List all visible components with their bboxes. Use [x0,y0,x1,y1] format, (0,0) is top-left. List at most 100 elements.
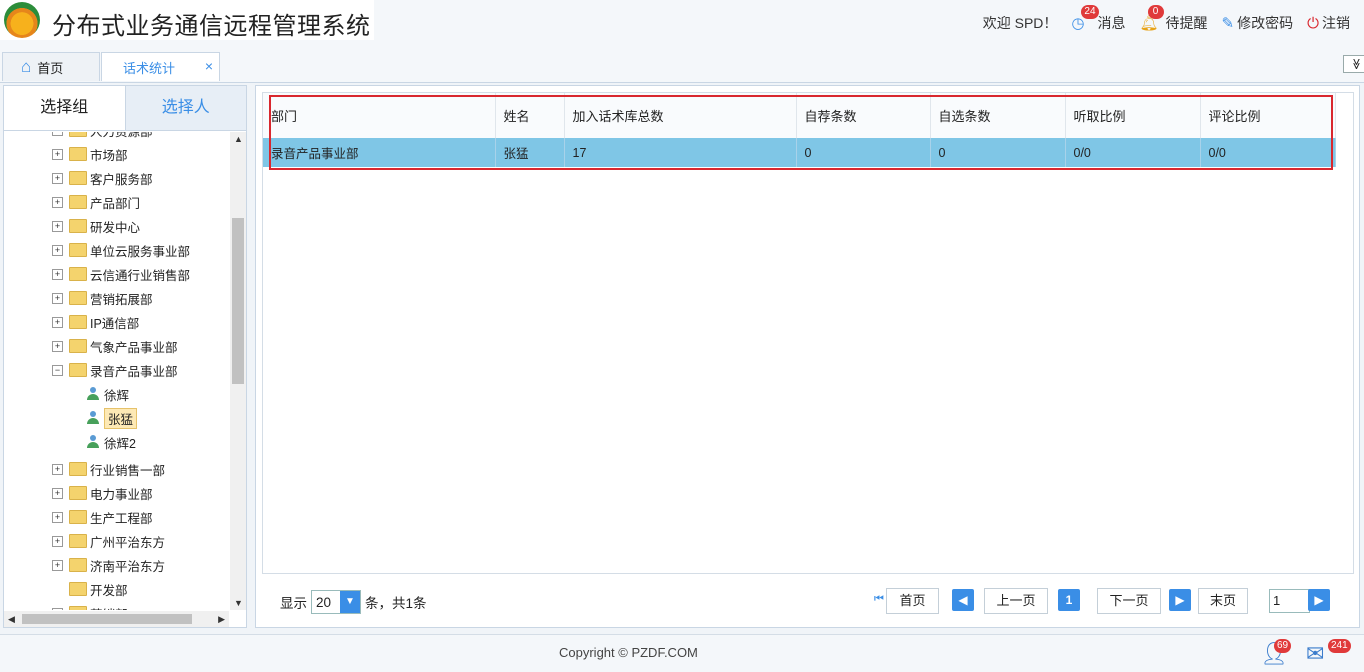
tree-folder-item[interactable]: + 研发中心 [52,216,140,236]
stats-panel: 部门 姓名 加入话术库总数 自荐条数 自选条数 听取比例 评论比例 录音产品事业… [255,85,1360,628]
tree-item-label: 广州平治东方 [90,535,166,550]
tree-folder-item[interactable]: + 营销拓展部 [52,288,153,308]
tree-folder-item[interactable]: + 电力事业部 [52,483,153,503]
folder-icon [69,195,87,209]
expand-icon[interactable]: + [52,292,63,304]
scroll-up-icon[interactable]: ▲ [234,134,243,144]
expand-icon[interactable]: + [52,340,63,352]
expand-icon[interactable]: + [52,148,63,160]
expand-icon[interactable]: + [52,559,63,571]
tree-folder-item[interactable]: + 气象产品事业部 [52,336,178,356]
prev-page-button[interactable]: 上一页 [984,588,1048,614]
tree-folder-item[interactable]: + 产品部门 [52,192,140,212]
tab-script-stats-label: 话术统计 [123,60,176,76]
chevron-down-icon[interactable]: ▼ [340,591,360,613]
footer: Copyright © PZDF.COM 👤︎ 69 ✉ 241 [0,634,1364,672]
mail-icon[interactable]: ✉ [1306,641,1324,667]
tree-folder-item[interactable]: − 录音产品事业部 [52,360,178,380]
last-page-button[interactable]: 末页 [1198,588,1248,614]
tree-item-label: 张猛 [104,407,138,429]
tree-folder-item[interactable]: + 云信通行业销售部 [52,264,190,284]
tree-folder-item[interactable]: + 广州平治东方 [52,531,165,551]
page-size-select[interactable]: 20 ▼ [311,590,361,614]
page-size-value: 20 [316,594,332,610]
tree-folder-item[interactable]: + 客户服务部 [52,168,153,188]
change-password-link[interactable]: ✎ 修改密码 [1222,13,1294,33]
col-header-selected[interactable]: 自选条数 [930,93,1066,138]
expand-icon[interactable]: + [52,535,63,547]
tree-folder-item[interactable]: + 行业销售一部 [52,459,165,479]
col-header-comment-ratio[interactable]: 评论比例 [1200,93,1336,138]
scroll-left-icon[interactable]: ◀ [8,614,15,625]
goto-page-input[interactable]: 1 [1269,589,1310,613]
org-tree: + 人力资源部 + 市场部 + 客户服务部 + 产品部门 + 研发中心 + 单位云服务事业部 + 云信通行… [4,132,229,610]
current-page-button[interactable]: 1 [1058,589,1080,611]
tree-folder-item[interactable]: + 营销部 [52,603,128,610]
tab-script-stats[interactable]: 话术统计 × [101,52,220,81]
expand-icon[interactable]: + [52,607,63,610]
prev-arrow-icon[interactable]: ◀ [952,589,974,611]
user-badge: 69 [1274,639,1292,653]
cell-department: 录音产品事业部 [263,138,496,167]
tree-vertical-scrollbar[interactable]: ▲ ▼ [230,132,246,610]
scroll-thumb-horizontal[interactable] [22,614,192,624]
folder-icon [69,291,87,305]
tree-folder-item[interactable]: + 单位云服务事业部 [52,240,190,260]
first-page-button[interactable]: 首页 [886,588,939,614]
table-row[interactable]: 录音产品事业部 张猛 17 0 0 0/0 0/0 [263,138,1336,167]
expand-icon[interactable]: + [52,220,63,232]
folder-icon [69,486,87,500]
folder-icon [69,132,87,137]
tree-person-item[interactable]: 张猛 [86,407,138,429]
col-header-name[interactable]: 姓名 [495,93,565,138]
tree-folder-item[interactable]: + 济南平治东方 [52,555,165,575]
tree-folder-item[interactable]: + IP通信部 [52,312,139,332]
expand-icon[interactable]: + [52,511,63,523]
tree-folder-item[interactable]: + 生产工程部 [52,507,153,527]
reminders-link[interactable]: 🔔︎ 0 待提醒 [1140,5,1208,33]
col-header-recommended[interactable]: 自荐条数 [796,93,931,138]
tree-person-item[interactable]: 徐辉2 [86,432,136,452]
tree-folder-item[interactable]: +开发部 [52,579,128,599]
tree-person-item[interactable]: 徐辉 [86,384,129,404]
tab-home[interactable]: ⌂ 首页 [2,52,100,81]
person-icon [86,411,100,425]
next-arrow-icon[interactable]: ▶ [1169,589,1191,611]
edit-icon: ✎ [1221,15,1235,32]
expand-icon[interactable]: + [52,268,63,280]
logout-label: 注销 [1322,15,1350,31]
expand-icon[interactable]: + [52,487,63,499]
expand-icon[interactable]: + [52,316,63,328]
expand-icon[interactable]: + [52,172,63,184]
goto-arrow-icon[interactable]: ▶ [1308,589,1330,611]
scroll-right-icon[interactable]: ▶ [218,614,225,625]
folder-icon [69,339,87,353]
stats-table: 部门 姓名 加入话术库总数 自荐条数 自选条数 听取比例 评论比例 录音产品事业… [263,93,1336,167]
expand-icon[interactable]: + [52,463,63,475]
stats-table-container: 部门 姓名 加入话术库总数 自荐条数 自选条数 听取比例 评论比例 录音产品事业… [262,92,1354,574]
tab-select-person[interactable]: 选择人 [125,86,246,130]
first-page-icon[interactable]: ⏮ [874,593,884,606]
tab-select-group[interactable]: 选择组 [4,86,126,130]
expand-icon[interactable]: + [52,244,63,256]
next-page-button[interactable]: 下一页 [1097,588,1161,614]
collapse-icon[interactable]: − [52,364,63,376]
col-header-department[interactable]: 部门 [263,93,496,138]
messages-link[interactable]: ◷ 24 消息 [1071,5,1126,33]
scroll-down-icon[interactable]: ▼ [234,598,243,608]
folder-icon [69,243,87,257]
logout-link[interactable]: ⏻ 注销 [1307,13,1350,33]
folder-icon [69,462,87,476]
scroll-thumb[interactable] [232,218,244,384]
col-header-total-added[interactable]: 加入话术库总数 [564,93,797,138]
close-icon[interactable]: × [205,58,213,74]
expand-icon[interactable]: + [52,132,63,136]
collapse-toggle-icon[interactable]: ≫ [1343,55,1364,73]
tab-bar: ⌂ 首页 话术统计 × [0,48,1364,83]
expand-icon[interactable]: + [52,196,63,208]
tree-folder-item[interactable]: + 人力资源部 [52,132,153,140]
tree-horizontal-scrollbar[interactable]: ◀ ▶ [4,611,229,627]
tree-folder-item[interactable]: + 市场部 [52,144,128,164]
selector-tabs: 选择组 选择人 [4,86,246,131]
col-header-listen-ratio[interactable]: 听取比例 [1065,93,1201,138]
